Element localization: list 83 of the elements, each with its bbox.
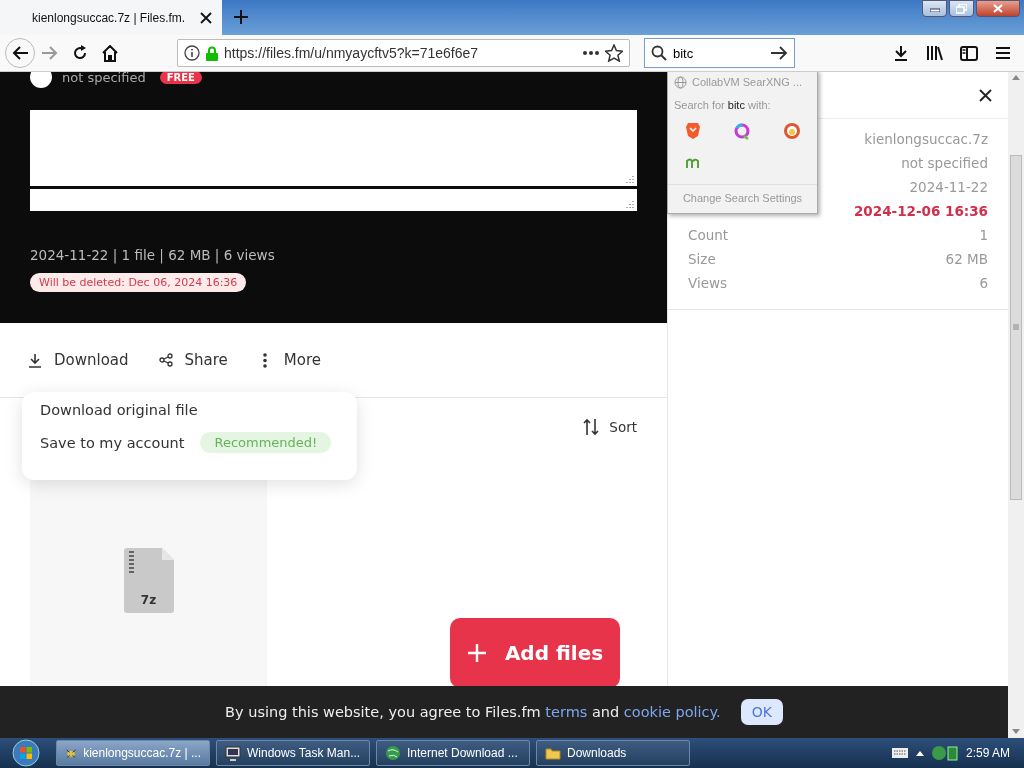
menu-item[interactable]: Download original file: [40, 402, 198, 418]
duck-icon[interactable]: [783, 122, 802, 140]
scroll-up-icon[interactable]: [1012, 75, 1020, 80]
sort-button[interactable]: Sort: [583, 418, 637, 436]
description-field[interactable]: [30, 110, 637, 186]
network-icon[interactable]: [931, 745, 958, 761]
ok-button[interactable]: OK: [740, 699, 783, 725]
sidebar-icon: [960, 45, 978, 61]
close-icon[interactable]: [979, 88, 992, 102]
detail-value: kienlongsuccac.7z: [864, 131, 988, 147]
restore-icon: [956, 3, 967, 14]
keyboard-icon[interactable]: [891, 748, 908, 758]
search-field[interactable]: bitc: [644, 38, 795, 68]
action-button[interactable]: More: [257, 351, 322, 369]
close-button[interactable]: [976, 0, 1020, 17]
plus-icon: [466, 643, 487, 663]
globe-icon: [674, 75, 687, 89]
reload-icon: [72, 45, 88, 61]
action-button[interactable]: Share: [158, 351, 228, 369]
text-field[interactable]: [30, 189, 637, 211]
deletion-notice: Will be deleted: Dec 06, 2024 16:36: [30, 273, 247, 292]
detail-value: 2024-11-22: [909, 179, 988, 195]
up-arrow-icon[interactable]: [915, 750, 924, 756]
close-icon[interactable]: [200, 11, 212, 24]
share-icon: [158, 352, 173, 368]
arrow-right-icon[interactable]: [770, 46, 788, 60]
minimize-icon: [929, 5, 940, 12]
detail-value: 62 MB: [945, 251, 988, 267]
search-prompt: Search for bitc with:: [673, 98, 772, 113]
minimize-button[interactable]: [922, 0, 947, 17]
new-tab-button[interactable]: [234, 7, 248, 27]
menu-icon: [995, 46, 1011, 60]
ring-icon[interactable]: [734, 122, 751, 140]
star-icon[interactable]: [605, 44, 623, 62]
detail-value: not specified: [901, 155, 988, 171]
windows-orb-icon: [12, 739, 40, 767]
home-icon: [101, 44, 119, 62]
back-icon: [11, 45, 29, 61]
recommended-badge: Recommended!: [200, 432, 332, 453]
plus-icon: [234, 10, 248, 24]
scroll-down-icon[interactable]: [1012, 729, 1020, 734]
detail-value: 6: [979, 275, 988, 291]
download-icon: [893, 45, 909, 61]
more-icon[interactable]: [583, 51, 599, 55]
taskbar-button[interactable]: Windows Task Man...: [216, 740, 370, 766]
shield-icon[interactable]: [684, 122, 701, 140]
lock-icon: [206, 45, 218, 61]
detail-label: Count: [688, 227, 729, 243]
owner-name: not specified: [62, 72, 146, 85]
browser-tab[interactable]: kienlongsuccac.7z | Files.fm.: [0, 0, 222, 35]
resize-grip-icon[interactable]: [625, 199, 635, 209]
taskbar-button[interactable]: Downloads: [536, 740, 690, 766]
archive-file-icon: [123, 547, 174, 613]
add-files-button[interactable]: Add files: [450, 618, 620, 688]
tab-title: kienlongsuccac.7z | Files.fm.: [32, 10, 186, 25]
menu-item[interactable]: Save to my account: [40, 434, 185, 451]
library-icon: [926, 45, 944, 61]
terms-link[interactable]: terms: [545, 704, 588, 720]
forward-icon: [41, 45, 59, 61]
resize-grip-icon[interactable]: [625, 174, 635, 184]
detail-value: 1: [979, 227, 988, 243]
close-icon: [993, 4, 1003, 13]
cookie-text: By using this website, you agree to Files.fm terms and cookie policy.: [225, 704, 721, 720]
upload-summary: 2024-11-22 | 1 file | 62 MB | 6 views: [30, 247, 276, 263]
detail-label: Size: [688, 251, 716, 267]
address-bar[interactable]: https://files.fm/u/nmyaycftv5?k=71e6f6e7: [177, 39, 630, 67]
info-icon: [184, 45, 200, 61]
file-extension: 7z: [139, 592, 158, 607]
free-badge: FREE: [159, 72, 202, 84]
search-icon: [651, 45, 667, 61]
globe-icon: [385, 745, 401, 761]
wave-icon[interactable]: [685, 158, 700, 168]
detail-value: 2024-12-06 16:36: [853, 203, 988, 219]
folder-icon: [545, 745, 561, 761]
clock[interactable]: 2:59 AM: [965, 746, 1010, 760]
download-icon: [28, 352, 42, 368]
restore-button[interactable]: [949, 0, 974, 17]
taskbar-button[interactable]: Internet Download ...: [376, 740, 530, 766]
action-button[interactable]: Download: [28, 351, 129, 369]
detail-label: Views: [688, 275, 728, 291]
sort-arrows-icon: [583, 418, 600, 436]
monitor-icon: [225, 745, 241, 761]
cookie-policy-link[interactable]: cookie policy.: [623, 704, 721, 720]
